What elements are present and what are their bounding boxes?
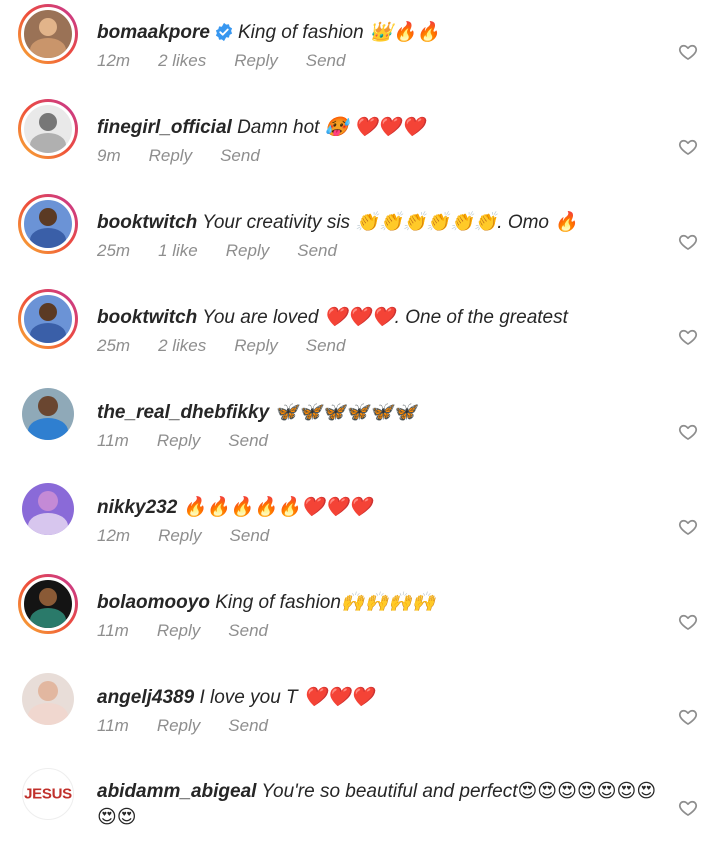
heart-icon[interactable] — [678, 707, 698, 727]
comment-body: nikky232 🔥🔥🔥🔥🔥❤️❤️❤️ — [97, 495, 372, 521]
comment-body: angelj4389 I love you T ❤️❤️❤️ — [97, 685, 374, 711]
comment-text: King of fashion🙌🙌🙌🙌 — [215, 592, 436, 613]
reply-button[interactable]: Reply — [157, 621, 200, 640]
heart-icon[interactable] — [678, 422, 698, 442]
comment-username[interactable]: booktwitch — [97, 212, 197, 233]
verified-badge-icon — [214, 22, 234, 50]
avatar-image — [21, 7, 75, 61]
heart-icon[interactable] — [678, 517, 698, 537]
comment-meta: 12m Reply Send — [97, 526, 297, 546]
comment-body: bolaomooyo King of fashion🙌🙌🙌🙌 — [97, 590, 436, 616]
avatar[interactable] — [18, 4, 78, 64]
comment-text: You are loved ❤️❤️❤️. One of the greates… — [202, 307, 568, 328]
send-button[interactable]: Send — [228, 716, 268, 735]
avatar-image — [21, 577, 75, 631]
comment-row: the_real_dhebfikky 🦋🦋🦋🦋🦋🦋 11m Reply Send — [0, 380, 720, 475]
comment-body: bomaakpore King of fashion 👑🔥🔥 — [97, 20, 440, 50]
comment-meta: 25m 1 like Reply Send — [97, 241, 365, 261]
send-button[interactable]: Send — [228, 431, 268, 450]
reply-button[interactable]: Reply — [234, 336, 277, 355]
likes-count[interactable]: 1 like — [158, 241, 198, 260]
heart-icon[interactable] — [678, 232, 698, 252]
comment-meta: 11m Reply Send — [97, 716, 296, 736]
reply-button[interactable]: Reply — [157, 716, 200, 735]
reply-button[interactable]: Reply — [157, 431, 200, 450]
comment-body: finegirl_official Damn hot 🥵 ❤️❤️❤️ — [97, 115, 425, 141]
reply-button[interactable]: Reply — [149, 146, 192, 165]
send-button[interactable]: Send — [228, 621, 268, 640]
reply-button[interactable]: Reply — [234, 51, 277, 70]
comment-meta: 9m Reply Send — [97, 146, 288, 166]
avatar[interactable] — [18, 384, 78, 444]
comment-body: booktwitch You are loved ❤️❤️❤️. One of … — [97, 305, 568, 331]
avatar-image — [21, 197, 75, 251]
comment-row: angelj4389 I love you T ❤️❤️❤️ 11m Reply Se… — [0, 665, 720, 760]
comment-timestamp: 11m — [97, 716, 129, 735]
avatar-image — [21, 102, 75, 156]
comment-username[interactable]: booktwitch — [97, 307, 197, 328]
avatar-image — [22, 483, 74, 535]
send-button[interactable]: Send — [297, 241, 337, 260]
heart-icon[interactable] — [678, 798, 698, 818]
heart-icon[interactable] — [678, 327, 698, 347]
heart-icon[interactable] — [678, 612, 698, 632]
comment-username[interactable]: angelj4389 — [97, 687, 194, 708]
avatar[interactable] — [18, 289, 78, 349]
avatar-image: JESUS — [22, 768, 74, 820]
avatar[interactable] — [18, 99, 78, 159]
comment-row: bolaomooyo King of fashion🙌🙌🙌🙌 11m Reply Se… — [0, 570, 720, 665]
comment-text: I love you T ❤️❤️❤️ — [199, 687, 374, 708]
reply-button[interactable]: Reply — [226, 241, 269, 260]
avatar-image — [22, 388, 74, 440]
comment-row: nikky232 🔥🔥🔥🔥🔥❤️❤️❤️ 12m Reply Send — [0, 475, 720, 570]
avatar-image — [22, 673, 74, 725]
likes-count[interactable]: 2 likes — [158, 336, 206, 355]
avatar[interactable] — [18, 669, 78, 729]
comment-timestamp: 12m — [97, 526, 131, 545]
comment-row: finegirl_official Damn hot 🥵 ❤️❤️❤️ 9m Rep… — [0, 95, 720, 190]
comment-username[interactable]: bomaakpore — [97, 22, 210, 43]
comment-text: 🦋🦋🦋🦋🦋🦋 — [274, 402, 417, 423]
avatar[interactable] — [18, 574, 78, 634]
reply-button[interactable]: Reply — [158, 526, 201, 545]
comment-row: booktwitch You are loved ❤️❤️❤️. One of … — [0, 285, 720, 380]
comment-text: Damn hot 🥵 ❤️❤️❤️ — [237, 117, 425, 138]
comment-row: bomaakpore King of fashion 👑🔥🔥 12m 2 likes R… — [0, 0, 720, 95]
comment-body: the_real_dhebfikky 🦋🦋🦋🦋🦋🦋 — [97, 400, 416, 426]
avatar[interactable] — [18, 194, 78, 254]
heart-icon[interactable] — [678, 42, 698, 62]
send-button[interactable]: Send — [220, 146, 260, 165]
comment-username[interactable]: finegirl_official — [97, 117, 232, 138]
comment-timestamp: 12m — [97, 51, 131, 70]
comment-text: 🔥🔥🔥🔥🔥❤️❤️❤️ — [182, 497, 372, 518]
comment-username[interactable]: nikky232 — [97, 497, 177, 518]
comment-body: booktwitch Your creativity sis 👏👏👏👏👏👏. O… — [97, 210, 578, 236]
comment-meta: 11m Reply Send — [97, 621, 296, 641]
comment-row: JESUS abidamm_abigeal You're so beautiful… — [0, 760, 720, 855]
comment-row: booktwitch Your creativity sis 👏👏👏👏👏👏. O… — [0, 190, 720, 285]
comment-meta: 25m 2 likes Reply Send — [97, 336, 373, 356]
send-button[interactable]: Send — [306, 336, 346, 355]
avatar[interactable] — [18, 479, 78, 539]
send-button[interactable]: Send — [306, 51, 346, 70]
likes-count[interactable]: 2 likes — [158, 51, 206, 70]
comment-meta: 11m Reply Send — [97, 431, 296, 451]
comment-timestamp: 11m — [97, 621, 129, 640]
comment-timestamp: 25m — [97, 241, 131, 260]
avatar[interactable]: JESUS — [18, 764, 78, 824]
heart-icon[interactable] — [678, 137, 698, 157]
comment-username[interactable]: the_real_dhebfikky — [97, 402, 269, 423]
comment-meta: 12m 2 likes Reply Send — [97, 51, 373, 71]
comment-timestamp: 11m — [97, 431, 129, 450]
avatar-label: JESUS — [24, 785, 72, 803]
comment-username[interactable]: abidamm_abigeal — [97, 781, 256, 802]
send-button[interactable]: Send — [230, 526, 270, 545]
comment-body: abidamm_abigeal You're so beautiful and … — [97, 779, 667, 831]
comment-text: King of fashion 👑🔥🔥 — [237, 22, 440, 43]
avatar-image — [21, 292, 75, 346]
comment-text: Your creativity sis 👏👏👏👏👏👏. Omo 🔥 — [202, 212, 578, 233]
comment-username[interactable]: bolaomooyo — [97, 592, 210, 613]
comment-timestamp: 25m — [97, 336, 131, 355]
comment-timestamp: 9m — [97, 146, 121, 165]
